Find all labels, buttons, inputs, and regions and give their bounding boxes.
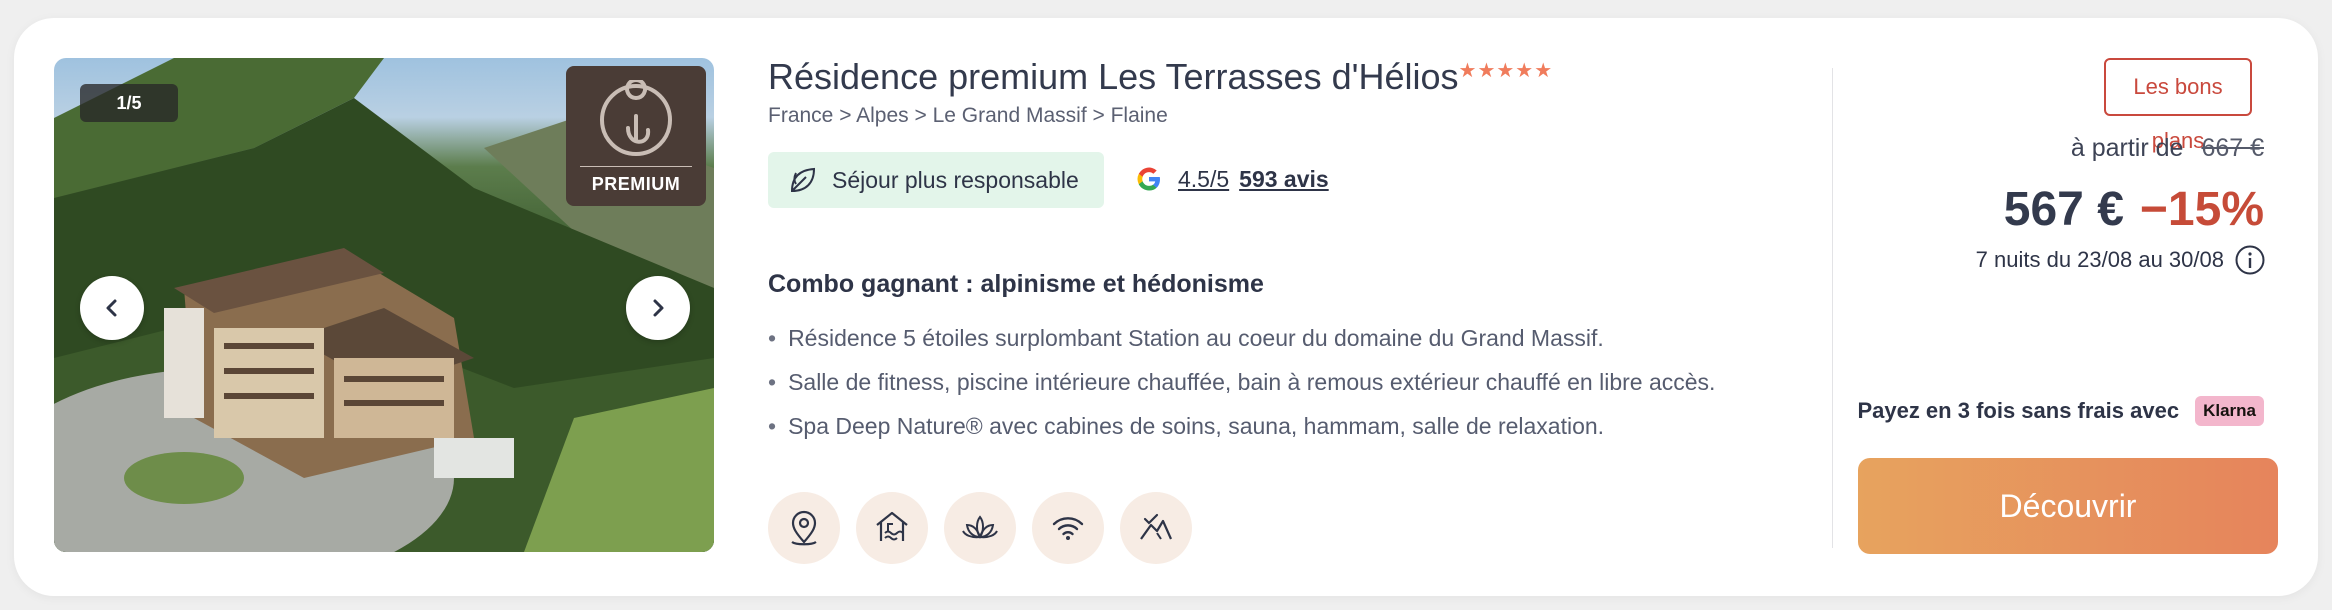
feature-item: Salle de fitness, piscine intérieure cha…: [768, 362, 1715, 406]
info-icon[interactable]: [2234, 244, 2266, 276]
section-title: Combo gagnant : alpinisme et hédonisme: [768, 270, 1264, 298]
listing-title[interactable]: Résidence premium Les Terrasses d'Hélios…: [768, 56, 1553, 98]
eco-responsible-badge: Séjour plus responsable: [768, 152, 1104, 208]
from-label: à partir de: [2070, 134, 2184, 162]
google-rating[interactable]: 4.5/5 593 avis: [1134, 164, 1329, 194]
discover-button[interactable]: Découvrir: [1858, 458, 2278, 554]
feature-item: Résidence 5 étoiles surplombant Station …: [768, 318, 1715, 362]
location-breadcrumb: France > Alpes > Le Grand Massif > Flain…: [768, 104, 1168, 127]
premium-logo-icon: [600, 80, 672, 156]
indoor-pool-icon: [856, 492, 928, 564]
feature-item: Spa Deep Nature® avec cabines de soins, …: [768, 406, 1715, 450]
hotel-listing-card[interactable]: 1/5 PREMIUM Résidence premium Les Terras…: [14, 18, 2318, 596]
next-photo-button[interactable]: [626, 276, 690, 340]
star-rating: ★★★★★: [1458, 60, 1554, 82]
listing-title-text[interactable]: Résidence premium Les Terrasses d'Hélios: [768, 56, 1459, 97]
installment-text: Payez en 3 fois sans frais avec: [1857, 398, 2180, 423]
stay-dates: 7 nuits du 23/08 au 30/08: [1976, 244, 2266, 276]
spa-lotus-icon: [944, 492, 1016, 564]
stay-dates-label: 7 nuits du 23/08 au 30/08: [1975, 247, 2224, 272]
vertical-divider: [1832, 68, 1833, 548]
eco-badge-label: Séjour plus responsable: [832, 166, 1079, 193]
prev-photo-button[interactable]: [80, 276, 144, 340]
mountain-activity-icon: [1120, 492, 1192, 564]
amenity-icons: [768, 492, 1192, 564]
old-price: 667 €: [2201, 134, 2264, 162]
installment-info: Payez en 3 fois sans frais avec Klarna: [1857, 396, 2264, 426]
premium-badge: PREMIUM: [566, 66, 706, 206]
premium-label: PREMIUM: [591, 174, 681, 194]
current-price: 567 €: [2003, 183, 2124, 236]
review-count[interactable]: 593 avis: [1239, 166, 1329, 193]
wifi-icon: [1032, 492, 1104, 564]
price-row: 567 € −15%: [2004, 182, 2264, 237]
klarna-logo: Klarna: [2195, 396, 2264, 426]
discount-percent: −15%: [2139, 183, 2264, 236]
leaf-icon: [788, 165, 818, 195]
chevron-right-icon: [653, 299, 664, 317]
hotel-photo[interactable]: 1/5 PREMIUM: [54, 58, 714, 552]
premium-divider: [580, 166, 692, 167]
rating-score[interactable]: 4.5/5: [1178, 166, 1229, 193]
feature-list: Résidence 5 étoiles surplombant Station …: [768, 318, 1715, 450]
photo-counter: 1/5: [80, 84, 178, 122]
google-icon: [1137, 167, 1160, 191]
chevron-left-icon: [106, 299, 117, 317]
deals-tag[interactable]: Les bons plans: [2104, 58, 2252, 153]
location-pin-icon: [768, 492, 840, 564]
from-price-row: à partir de 667 €: [2071, 134, 2264, 163]
